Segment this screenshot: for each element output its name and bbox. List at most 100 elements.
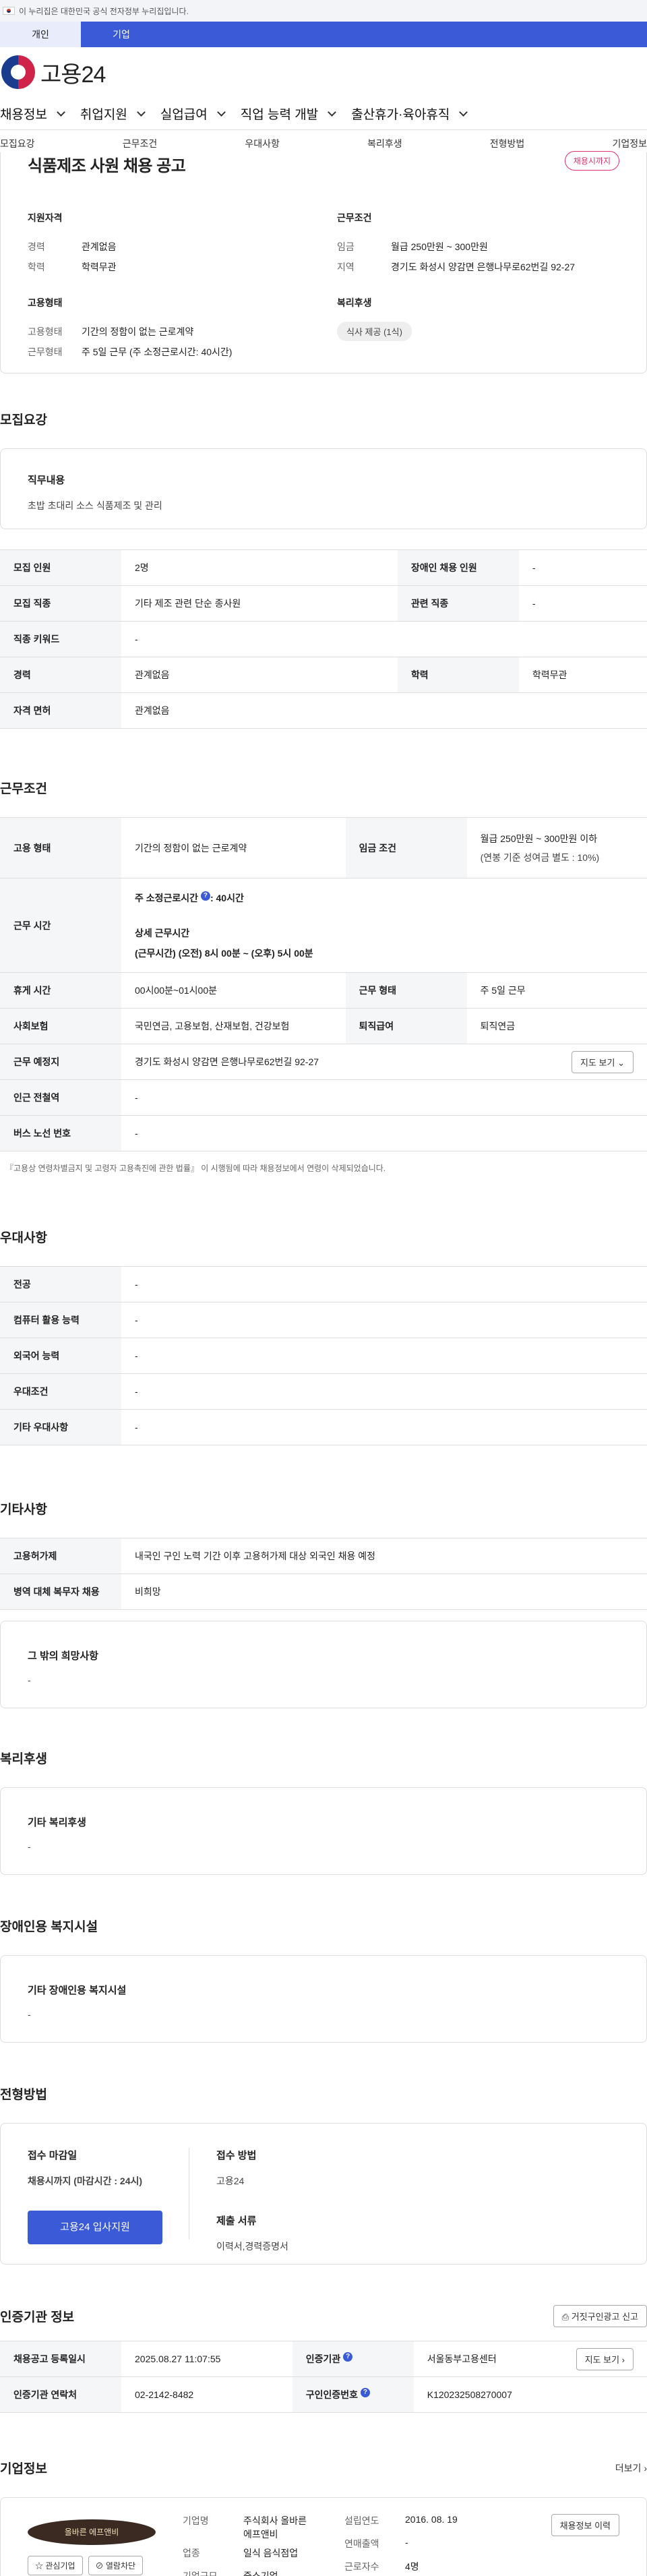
- kv-value: 관계없음: [82, 241, 117, 252]
- question-icon[interactable]: ?: [343, 2352, 353, 2362]
- disabled-facility-value: -: [28, 2009, 31, 2020]
- taegeuk-logo-icon: [1, 55, 35, 89]
- table-row: 사회보험 국민연금, 고용보험, 산재보험, 건강보험 퇴직급여 퇴직연금: [0, 1008, 647, 1044]
- company-info-col2: 설립연도 2016. 08. 19 연매출액 - 근로자수 4명: [344, 2514, 506, 2575]
- chevron-down-icon: [136, 107, 146, 117]
- info-value: 4명: [405, 2561, 419, 2572]
- hours-cell: 주 소정근로시간 ?: 40시간 상세 근무시간 (근무시간) (오전) 8시 …: [121, 878, 647, 973]
- anchor-welfare[interactable]: 복리후생: [367, 137, 402, 150]
- table-header: 인증기관 연락처: [0, 2376, 121, 2413]
- favorite-company-button[interactable]: ☆ 관심기업: [28, 2556, 83, 2575]
- question-icon[interactable]: ?: [360, 2388, 370, 2397]
- chevron-right-icon: ›: [621, 2354, 625, 2365]
- company-name-line: 주식회사 올바른: [243, 2515, 307, 2526]
- table-cell: 기타 제조 관련 단순 종사원: [121, 585, 398, 622]
- agency-map-button[interactable]: 지도 보기 ›: [576, 2347, 634, 2370]
- table-cell: -: [121, 1266, 647, 1302]
- table-row: 채용공고 등록일시 2025.08.27 11:07:55 인증기관 ? 서울동부고용…: [0, 2341, 647, 2377]
- section-title: 전형방법: [0, 2088, 47, 2102]
- wage-note: (연봉 기준 성여금 별도 : 10%): [480, 851, 600, 863]
- place-value: 경기도 화성시 양감면 은행나무로62번길 92-27: [135, 1056, 319, 1067]
- gnb-parental-leave[interactable]: 출산휴가·육아휴직: [351, 104, 468, 123]
- kv-value: 주 5일 근무 (주 소정근로시간: 40시간): [82, 347, 233, 357]
- employment-type-title: 고용형태: [28, 297, 63, 308]
- button-label: 지도 보기: [580, 1057, 615, 1068]
- company-logo-block: 올바른 에프앤비 ☆ 관심기업 ⊘ 열람차단: [28, 2514, 183, 2575]
- anchor-recruit[interactable]: 모집요강: [0, 137, 35, 150]
- info-value: 중소기업: [243, 2571, 278, 2576]
- gnb-employment-support[interactable]: 취업지원: [80, 104, 146, 123]
- more-link[interactable]: 더보기 ›: [615, 2461, 647, 2475]
- age-law-note: 『고용상 연령차별금지 및 고령자 고용촉진에 관한 법률』 이 시행됨에 따라…: [5, 1164, 386, 1173]
- welfare-chip: 식사 제공 (1식): [337, 322, 412, 341]
- conditions-title: 근무조건: [337, 212, 372, 223]
- etc-table: 고용허가제 내국인 구인 노력 기간 이후 고용허가제 대상 외국인 채용 예정 …: [0, 1538, 647, 1610]
- section-title: 기타사항: [0, 1503, 47, 1517]
- table-cell: -: [121, 1302, 647, 1338]
- job-title: 식품제조 사원 채용 공고: [28, 157, 186, 175]
- gnb-skills-development[interactable]: 직업 능력 개발: [241, 104, 337, 123]
- button-label: 열람차단: [105, 2561, 136, 2571]
- chevron-down-icon: [57, 107, 65, 117]
- welfare-section: 복리후생 기타 복리후생 -: [0, 1749, 647, 1875]
- tab-company[interactable]: 기업: [81, 22, 162, 47]
- link-label: 더보기: [615, 2462, 642, 2474]
- kv-key: 근무형태: [28, 347, 63, 357]
- table-cell: -: [121, 1409, 647, 1445]
- kv-key: 학력: [28, 262, 45, 272]
- kv-value: 기간의 정함이 없는 근로계약: [82, 326, 194, 337]
- site-logo[interactable]: 고용24: [0, 47, 647, 97]
- info-value: 2016. 08. 19: [405, 2514, 458, 2525]
- org-cell: 서울동부고용센터 지도 보기 ›: [413, 2341, 647, 2377]
- anchor-company[interactable]: 기업정보: [612, 137, 647, 150]
- table-cell: K120232508270007: [413, 2376, 647, 2413]
- anchor-work[interactable]: 근무조건: [123, 137, 158, 150]
- disabled-facility-card: 기타 장애인용 복지시설 -: [0, 1955, 647, 2043]
- info-key: 기업규모: [183, 2571, 218, 2576]
- anchor-process[interactable]: 전형방법: [490, 137, 525, 150]
- kv-key: 지역: [337, 262, 355, 272]
- welfare-block: 복리후생 식사 제공 (1식): [337, 296, 619, 362]
- gnb-job-info[interactable]: 채용정보: [0, 104, 65, 123]
- table-row: 고용 형태 기간의 정함이 없는 근로계약 임금 조건 월급 250만원 ~ 300만…: [0, 817, 647, 878]
- question-icon[interactable]: ?: [200, 891, 210, 901]
- job-history-button[interactable]: 채용정보 이력: [551, 2514, 619, 2536]
- section-title: 근무조건: [0, 782, 47, 796]
- block-view-button[interactable]: ⊘ 열람차단: [88, 2556, 144, 2575]
- table-header: 자격 면허: [0, 692, 121, 729]
- disabled-facility-section: 장애인용 복지시설 기타 장애인용 복지시설 -: [0, 1917, 647, 2043]
- table-cell: 내국인 구인 노력 기간 이후 고용허가제 대상 외국인 채용 예정: [121, 1538, 647, 1574]
- table-cell: 학력무관: [518, 657, 647, 693]
- table-header: 버스 노선 번호: [0, 1115, 121, 1151]
- table-header: 고용허가제: [0, 1538, 121, 1574]
- table-header: 퇴직급여: [345, 1008, 467, 1044]
- tab-personal[interactable]: 개인: [0, 22, 81, 47]
- work-section: 근무조건 고용 형태 기간의 정함이 없는 근로계약 임금 조건 월급 250만원 ~…: [0, 779, 647, 1174]
- table-cell: 관계없음: [121, 692, 647, 729]
- table-row: 인증기관 연락처 02-2142-8482 구인인증번호 ? K12023250827…: [0, 2376, 647, 2413]
- table-cell: -: [121, 1338, 647, 1374]
- info-key: 근로자수: [344, 2561, 379, 2572]
- method-block: 접수 방법 고용24 제출 서류 이력서,경력증명서: [189, 2148, 288, 2252]
- gnb-label: 취업지원: [80, 107, 127, 122]
- info-key: 설립연도: [344, 2515, 379, 2526]
- anchor-preference[interactable]: 우대사항: [245, 137, 280, 150]
- apply-button[interactable]: 고용24 입사지원: [28, 2211, 162, 2244]
- table-header: 전공: [0, 1266, 121, 1302]
- report-fake-ad-button[interactable]: ⎙ 거짓구인광고 신고: [553, 2305, 647, 2327]
- info-key: 연매출액: [344, 2538, 379, 2549]
- table-row: 근무 예정지 경기도 화성시 양감면 은행나무로62번길 92-27 지도 보기 ⌄: [0, 1044, 647, 1080]
- section-title: 장애인용 복지시설: [0, 1920, 98, 1934]
- hours-value: : 40시간: [210, 892, 244, 903]
- other-wishes-title: 그 밖의 희망사항: [28, 1650, 98, 1662]
- work-table: 고용 형태 기간의 정함이 없는 근로계약 임금 조건 월급 250만원 ~ 300만…: [0, 817, 647, 1151]
- gnb-unemployment-benefit[interactable]: 실업급여: [160, 104, 226, 123]
- gov-banner-text: 이 누리집은 대한민국 공식 전자정부 누리집입니다.: [19, 6, 189, 16]
- logo-text: 고용24: [40, 61, 106, 88]
- table-cell: 국민연금, 고용보험, 산재보험, 건강보험: [121, 1008, 346, 1044]
- section-title: 인증기관 정보: [0, 2310, 75, 2325]
- map-view-button[interactable]: 지도 보기 ⌄: [572, 1050, 634, 1073]
- table-header: 휴게 시간: [0, 972, 121, 1009]
- hours-label: 주 소정근로시간: [135, 892, 199, 903]
- button-label: 거짓구인광고 신고: [571, 2312, 638, 2322]
